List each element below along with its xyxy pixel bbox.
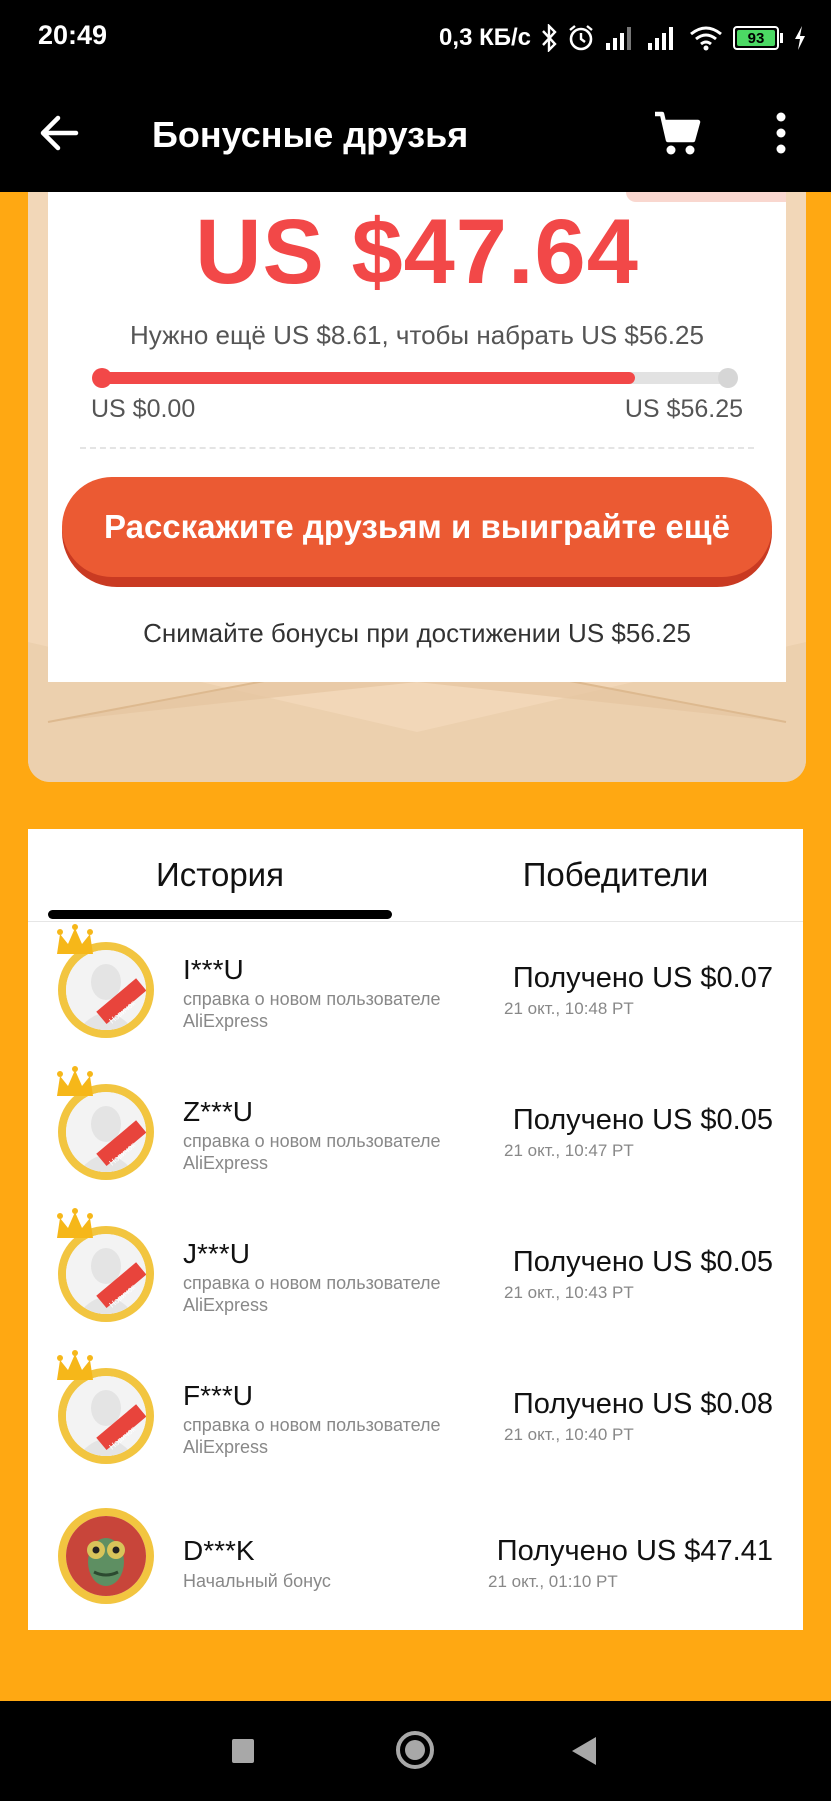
progress-start-dot: [92, 368, 112, 388]
row-user-name: J***U: [183, 1238, 250, 1269]
row-amount: Получено US $0.05: [512, 1104, 773, 1136]
newbie-badge-text: Новичок: [108, 1140, 138, 1167]
newbie-badge-text: Новичок: [108, 998, 138, 1025]
need-more-text: Нужно ещё US $8.61, чтобы набрать US $56…: [130, 320, 704, 350]
back-arrow-icon[interactable]: [36, 110, 82, 156]
range-min: US $0.00: [91, 395, 196, 423]
range-max: US $56.25: [624, 395, 743, 423]
bonus-card: US $47.64 Нужно ещё US $8.61, чтобы набр…: [28, 192, 806, 782]
progress-end-dot: [718, 368, 738, 388]
page-title: Бонусные друзья: [152, 114, 469, 155]
row-amount: Получено US $0.07: [512, 962, 773, 994]
dashed-divider: [80, 447, 754, 449]
row-amount: Получено US $0.05: [512, 1246, 773, 1278]
row-user-name: Z***U: [183, 1096, 254, 1127]
history-row: Новичок I***U справка о новом пользователе…: [28, 922, 803, 1064]
history-row: Новичок F***U справка о новом пользователе…: [28, 1348, 803, 1490]
row-amount: Получено US $47.41: [496, 1535, 773, 1567]
tab-history[interactable]: История: [48, 829, 392, 921]
row-time: 21 окт., 10:43 PT: [504, 1283, 634, 1302]
row-amount: Получено US $0.08: [512, 1388, 773, 1420]
crown-icon: [57, 1350, 93, 1380]
bluetooth-icon: [542, 24, 557, 52]
share-with-friends-button[interactable]: Расскажите друзьям и выиграйте ещё: [62, 477, 772, 587]
progress-bar: [92, 368, 738, 388]
ticket-notch-right: [789, 420, 806, 454]
row-description: Начальный бонус: [183, 1571, 331, 1591]
home-icon[interactable]: [396, 1731, 434, 1769]
crown-icon: [57, 924, 93, 954]
row-description: справка о новом пользователе AliExpress: [183, 1131, 441, 1173]
newbie-badge: Новичок: [108, 1282, 138, 1309]
content-area: US $47.64 Нужно ещё US $8.61, чтобы набр…: [0, 192, 831, 1701]
cart-icon[interactable]: [652, 108, 702, 158]
bonus-ticket: US $47.64 Нужно ещё US $8.61, чтобы набр…: [48, 192, 786, 682]
history-row: D***K Начальный бонус Получено US $47.41 21…: [28, 1491, 803, 1633]
withdraw-note: Снимайте бонусы при достижении US $56.25: [143, 618, 691, 648]
more-vert-icon[interactable]: [764, 110, 798, 156]
battery-level: 93: [737, 30, 775, 47]
row-user-name: D***K: [183, 1535, 255, 1566]
system-nav-bar: [0, 1701, 831, 1801]
crown-icon: [57, 1208, 93, 1238]
signal-icon: [606, 27, 631, 50]
row-time: 21 окт., 10:48 PT: [504, 999, 634, 1018]
newbie-badge: Новичок: [108, 998, 138, 1025]
signal-icon: [648, 27, 673, 50]
ticket-notch-left: [28, 420, 45, 454]
recents-icon[interactable]: [232, 1739, 254, 1763]
row-time: 21 окт., 10:40 PT: [504, 1425, 634, 1444]
newbie-badge: Новичок: [108, 1140, 138, 1167]
wifi-icon: [690, 26, 722, 51]
status-icons: 0,3 КБ/с 93: [439, 20, 807, 56]
history-row: Новичок J***U справка о новом пользователе…: [28, 1206, 803, 1348]
bonus-amount: US $47.64: [195, 201, 639, 303]
row-user-name: F***U: [183, 1380, 254, 1411]
alarm-icon: [569, 25, 593, 51]
row-user-name: I***U: [183, 954, 244, 985]
history-row: Новичок Z***U справка о новом пользователе…: [28, 1064, 803, 1206]
active-tab-indicator: [48, 910, 392, 919]
row-time: 21 окт., 10:47 PT: [504, 1141, 634, 1160]
row-description: справка о новом пользователе AliExpress: [183, 989, 441, 1031]
app-bar: Бонусные друзья: [0, 74, 831, 192]
newbie-badge-text: Новичок: [108, 1424, 138, 1451]
newbie-badge: Новичок: [108, 1424, 138, 1451]
status-bar: 20:49 0,3 КБ/с 93: [0, 0, 831, 74]
battery-icon: 93: [733, 26, 783, 50]
share-button-label: Расскажите друзьям и выиграйте ещё: [62, 477, 772, 577]
charging-icon: [795, 26, 805, 50]
crown-icon: [57, 1066, 93, 1096]
row-time: 21 окт., 01:10 PT: [488, 1572, 618, 1591]
network-speed: 0,3 КБ/с: [439, 24, 531, 51]
avatar: [58, 1508, 154, 1604]
chameleon-avatar-icon: [66, 1516, 146, 1596]
tab-winners[interactable]: Победители: [428, 829, 803, 921]
status-time: 20:49: [38, 20, 108, 50]
back-triangle-icon[interactable]: [572, 1737, 596, 1765]
progress-fill: [98, 372, 635, 384]
newbie-badge-text: Новичок: [108, 1282, 138, 1309]
row-description: справка о новом пользователе AliExpress: [183, 1415, 441, 1457]
row-description: справка о новом пользователе AliExpress: [183, 1273, 441, 1315]
history-panel: История Победители Новичок I***U справка о…: [28, 829, 803, 1630]
